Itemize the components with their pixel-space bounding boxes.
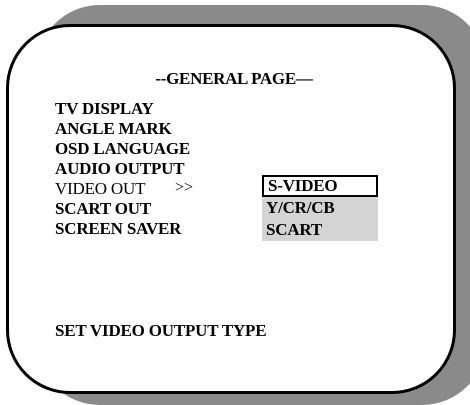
status-hint: SET VIDEO OUTPUT TYPE (55, 321, 267, 340)
settings-menu: TV DISPLAY ANGLE MARK OSD LANGUAGE AUDIO… (55, 99, 190, 239)
menu-item-video-out[interactable]: VIDEO OUT (55, 179, 190, 199)
menu-item-angle-mark[interactable]: ANGLE MARK (55, 119, 190, 139)
video-out-options: S-VIDEO Y/CR/CB SCART (262, 175, 378, 241)
submenu-arrow: >> (175, 179, 194, 196)
osd-screen: --GENERAL PAGE— TV DISPLAY ANGLE MARK OS… (0, 0, 470, 405)
option-scart[interactable]: SCART (262, 219, 378, 241)
menu-item-screen-saver[interactable]: SCREEN SAVER (55, 219, 190, 239)
menu-item-audio-output[interactable]: AUDIO OUTPUT (55, 159, 190, 179)
menu-item-scart-out[interactable]: SCART OUT (55, 199, 190, 219)
option-y-cr-cb[interactable]: Y/CR/CB (262, 197, 378, 219)
menu-item-tv-display[interactable]: TV DISPLAY (55, 99, 190, 119)
page-title: --GENERAL PAGE— (155, 69, 313, 88)
option-s-video[interactable]: S-VIDEO (262, 175, 378, 197)
general-page-panel: --GENERAL PAGE— TV DISPLAY ANGLE MARK OS… (6, 24, 456, 394)
menu-item-osd-language[interactable]: OSD LANGUAGE (55, 139, 190, 159)
